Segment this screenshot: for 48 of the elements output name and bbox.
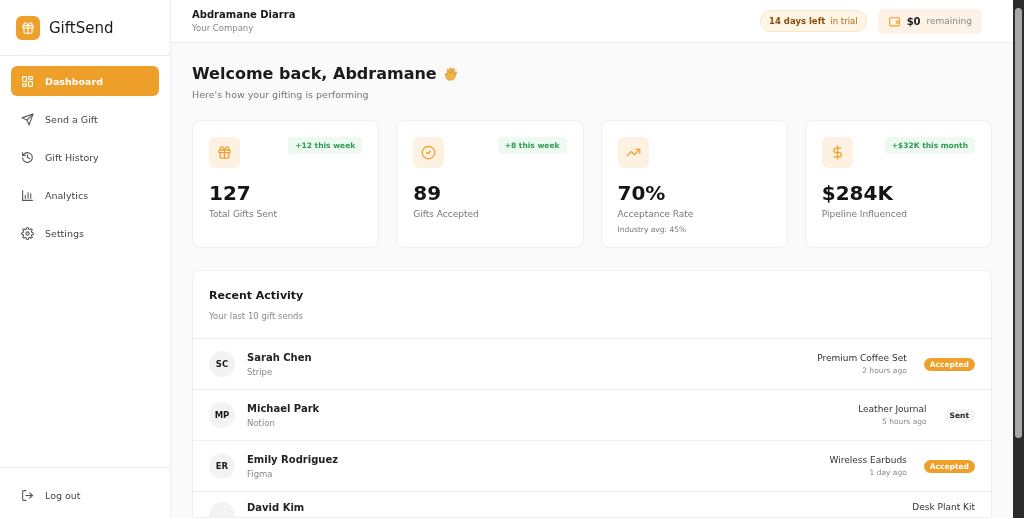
stat-label: Pipeline Influenced [821, 209, 908, 219]
gift-name: Wireless Earbuds [829, 455, 907, 465]
check-circle-icon [421, 145, 437, 160]
logout-icon [21, 488, 34, 502]
company-name: Figma [247, 468, 274, 479]
stat-value: 127 [209, 181, 252, 205]
history-icon [21, 150, 34, 164]
wallet-icon [887, 14, 901, 28]
section-subtitle: Your last 10 gift sends [209, 311, 304, 321]
stat-label: Gifts Accepted [413, 209, 480, 219]
app-name: GiftSend [49, 18, 114, 37]
stat-value: 89 [413, 181, 443, 205]
section-title: Recent Activity [209, 289, 305, 302]
stat-value: 70% [617, 181, 667, 205]
user-name: Abdramane Diarra [192, 9, 296, 20]
stat-label: Acceptance Rate [617, 209, 695, 219]
nav-item[interactable]: Settings [11, 218, 159, 248]
scrollbar-thumb[interactable] [1015, 8, 1022, 438]
logo-gift-icon [21, 20, 35, 35]
bar-chart-icon [21, 188, 34, 202]
grid-icon [21, 74, 34, 88]
welcome-subtitle: Here's how your gifting is performing [192, 89, 370, 100]
company-name: Your Company [192, 23, 255, 33]
avatar: SC [209, 351, 235, 377]
settings-icon [21, 226, 34, 240]
gift-name: Desk Plant Kit [912, 502, 975, 512]
nav-item[interactable]: Gift History [11, 142, 159, 172]
gift-name: Premium Coffee Set [817, 353, 907, 363]
balance-badge: $0 remaining [877, 8, 982, 34]
waving-hand-icon [442, 65, 459, 82]
welcome-title: Welcome back, Abdramane [192, 64, 437, 83]
company-name: Stripe [247, 366, 274, 377]
gift-name: Leather Journal [858, 404, 927, 414]
contact-name: Emily Rodriguez [247, 453, 340, 465]
gift-icon [217, 145, 232, 160]
stat-value: $284K [821, 181, 895, 205]
avatar: ER [209, 453, 235, 479]
contact-name: Sarah Chen [247, 351, 313, 363]
contact-name: David Kim [247, 502, 306, 513]
trial-badge: 14 days left in trial [760, 10, 867, 32]
company-name: Notion [247, 417, 276, 428]
stat-label: Total Gifts Sent [209, 209, 278, 219]
send-icon [21, 112, 34, 126]
contact-name: Michael Park [247, 402, 321, 414]
nav-item[interactable]: Send a Gift [11, 104, 159, 134]
nav-item[interactable]: Analytics [11, 180, 159, 210]
logout-button[interactable]: Log out [11, 480, 159, 510]
avatar: MP [209, 402, 235, 428]
